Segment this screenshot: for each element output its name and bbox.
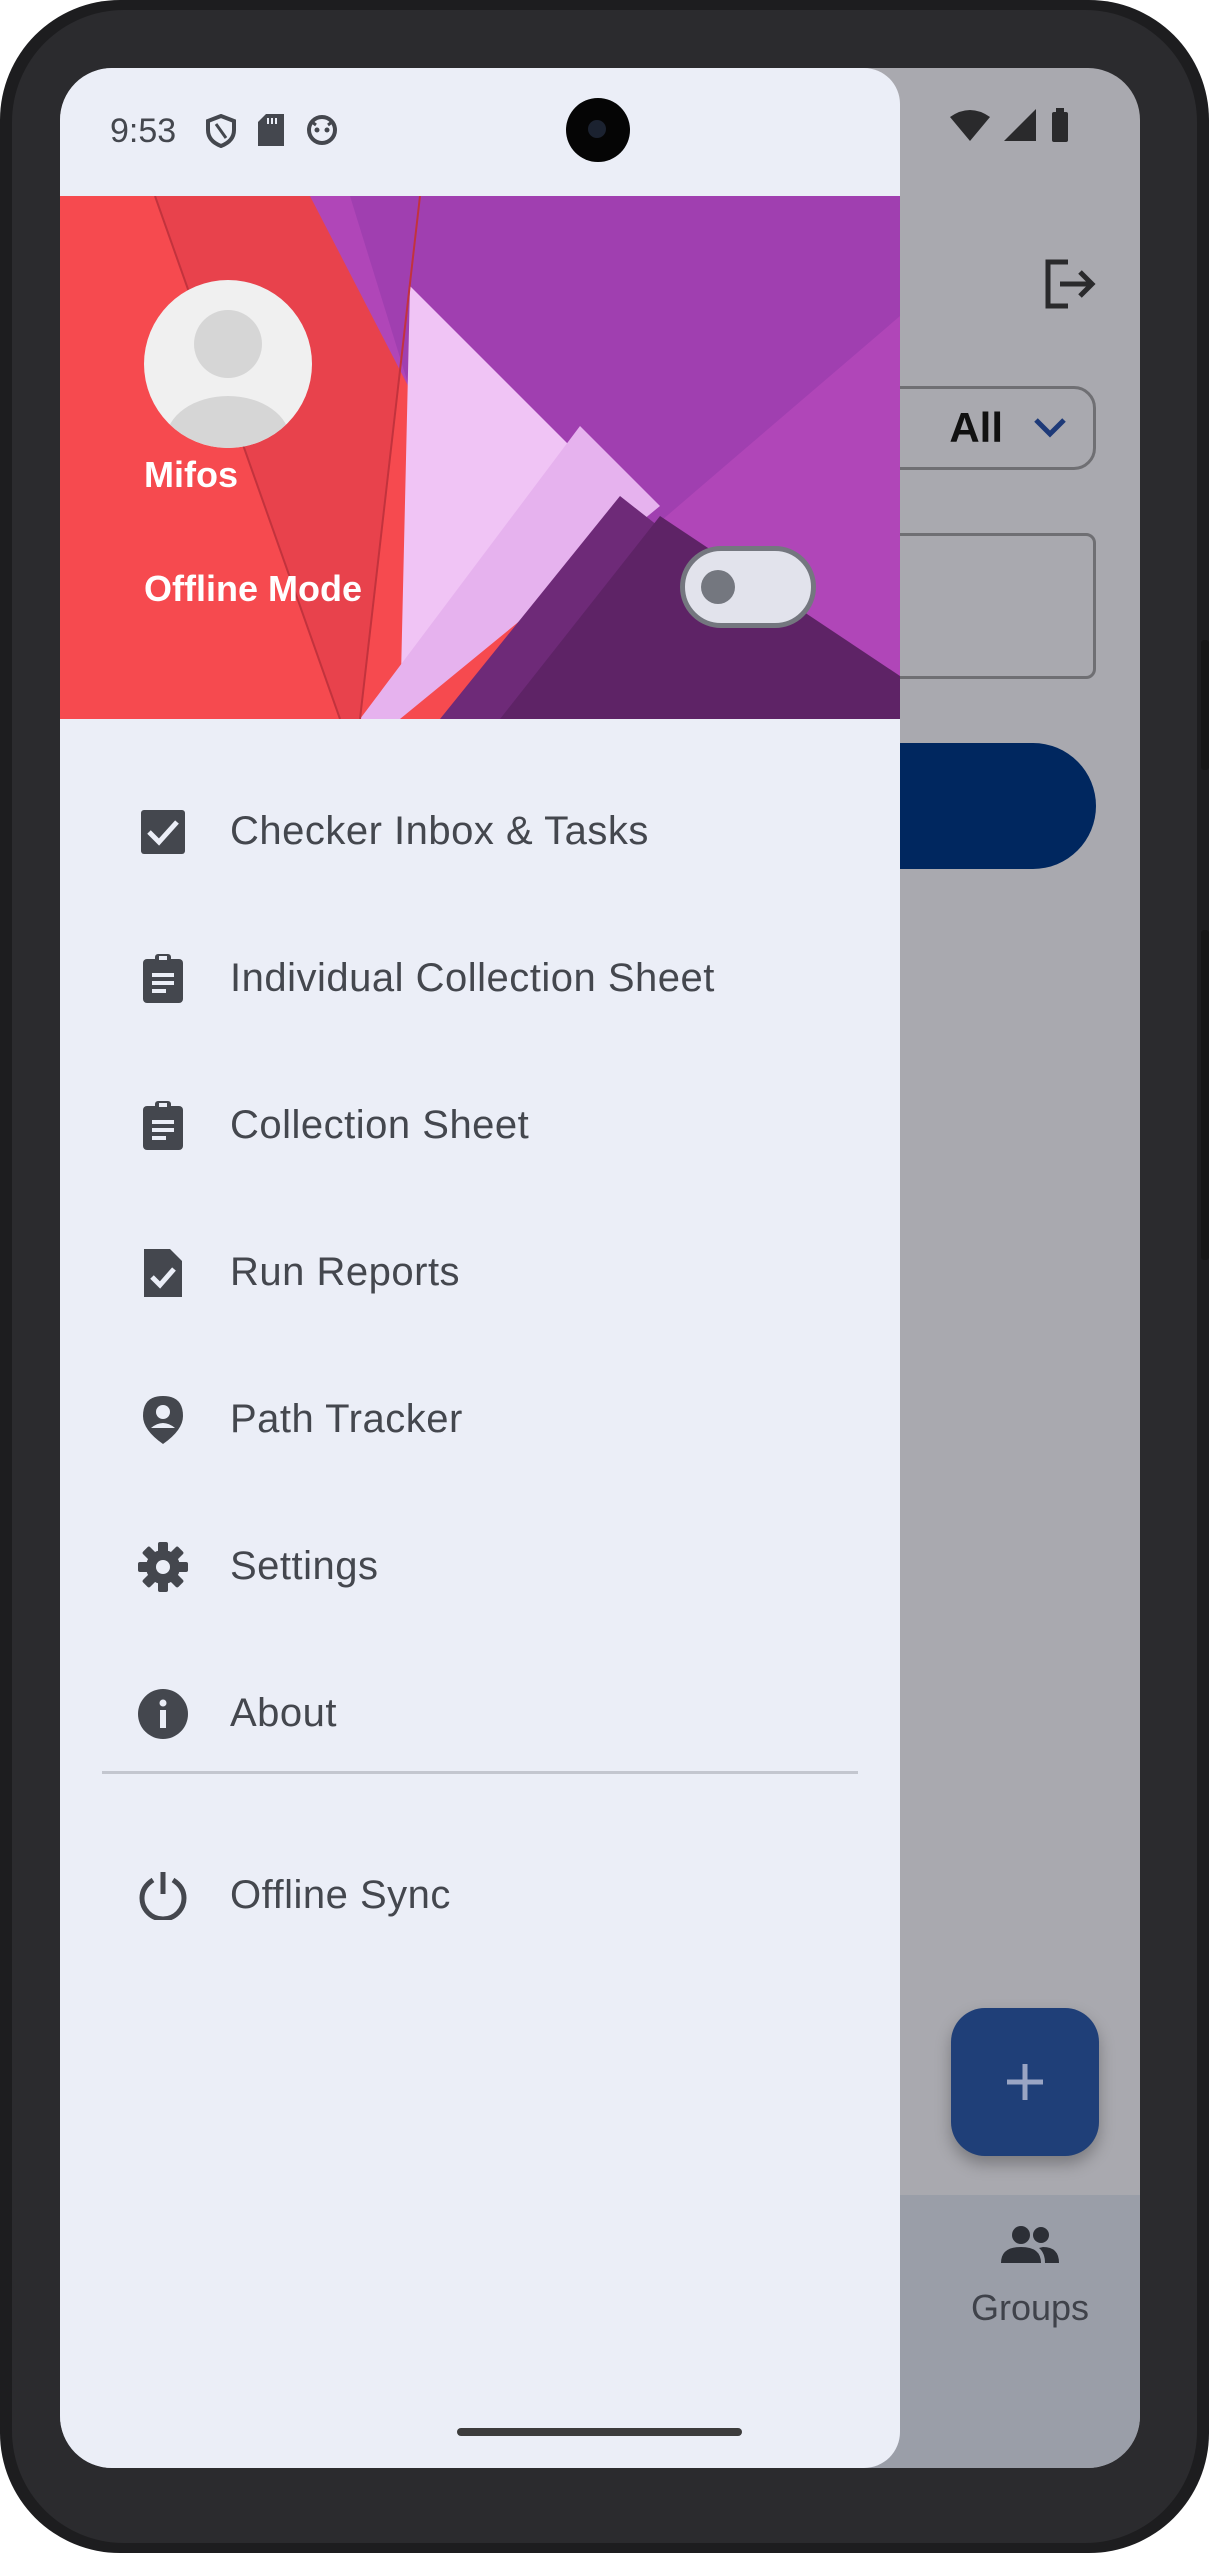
menu-item-label: Checker Inbox & Tasks bbox=[230, 809, 649, 853]
power-button bbox=[1201, 930, 1209, 1260]
status-bar: 9:53 bbox=[60, 68, 900, 196]
android-face-icon bbox=[307, 115, 337, 145]
file-check-icon bbox=[136, 1246, 190, 1300]
shield-icon bbox=[206, 114, 236, 148]
drawer-header: Mifos Offline Mode bbox=[60, 196, 900, 719]
checkbox-icon bbox=[136, 805, 190, 859]
gesture-bar bbox=[457, 2428, 742, 2436]
offline-mode-toggle[interactable] bbox=[680, 546, 816, 628]
add-fab-button[interactable] bbox=[951, 2008, 1099, 2156]
clipboard-icon bbox=[136, 1099, 190, 1153]
nav-item-groups[interactable]: Groups bbox=[945, 2225, 1115, 2329]
plus-icon bbox=[1007, 2064, 1043, 2100]
search-field[interactable] bbox=[880, 533, 1096, 679]
menu-divider bbox=[102, 1771, 858, 1774]
person-pin-icon bbox=[136, 1393, 190, 1447]
user-name: Mifos bbox=[144, 454, 238, 495]
menu-item-individual-collection-sheet[interactable]: Individual Collection Sheet bbox=[60, 905, 900, 1052]
system-status-icons bbox=[950, 108, 1070, 144]
default-avatar-icon bbox=[166, 310, 290, 448]
info-icon bbox=[136, 1687, 190, 1741]
menu-item-checker-inbox[interactable]: Checker Inbox & Tasks bbox=[60, 758, 900, 905]
nav-item-groups-label: Groups bbox=[970, 2287, 1090, 2328]
logout-icon[interactable] bbox=[1038, 254, 1098, 314]
menu-item-path-tracker[interactable]: Path Tracker bbox=[60, 1346, 900, 1493]
menu-item-run-reports[interactable]: Run Reports bbox=[60, 1199, 900, 1346]
filter-dropdown-value: All bbox=[949, 404, 1003, 451]
menu-item-label: Settings bbox=[230, 1544, 379, 1588]
menu-item-settings[interactable]: Settings bbox=[60, 1493, 900, 1640]
screen: All Groups 9:53 Mifos Offline Mode Check… bbox=[60, 68, 1140, 2468]
offline-mode-label: Offline Mode bbox=[144, 568, 362, 609]
menu-item-label: Run Reports bbox=[230, 1250, 461, 1294]
menu-item-about[interactable]: About bbox=[60, 1640, 900, 1787]
wifi-icon bbox=[950, 110, 990, 141]
battery-icon bbox=[1052, 108, 1068, 142]
volume-button bbox=[1201, 640, 1209, 770]
chevron-down-icon bbox=[1034, 418, 1066, 438]
power-icon bbox=[136, 1868, 190, 1922]
menu-item-label: Path Tracker bbox=[230, 1397, 463, 1441]
menu-item-label: Offline Sync bbox=[230, 1872, 451, 1917]
menu-item-label: Individual Collection Sheet bbox=[230, 956, 715, 1000]
menu-item-label: Collection Sheet bbox=[230, 1103, 530, 1147]
gear-icon bbox=[136, 1540, 190, 1594]
menu-item-offline-sync[interactable]: Offline Sync bbox=[60, 1845, 900, 1945]
toggle-knob bbox=[701, 570, 735, 604]
drawer-menu: Checker Inbox & Tasks Individual Collect… bbox=[60, 758, 900, 1787]
sd-card-icon bbox=[258, 114, 284, 146]
navigation-drawer: 9:53 Mifos Offline Mode Checker Inbox & … bbox=[60, 68, 900, 2468]
phone-frame: All Groups 9:53 Mifos Offline Mode Check… bbox=[0, 0, 1209, 2553]
groups-icon bbox=[1001, 2226, 1059, 2263]
status-time: 9:53 bbox=[110, 112, 177, 150]
avatar[interactable] bbox=[144, 280, 312, 448]
menu-item-collection-sheet[interactable]: Collection Sheet bbox=[60, 1052, 900, 1199]
clipboard-icon bbox=[136, 952, 190, 1006]
signal-icon bbox=[1004, 109, 1036, 141]
front-camera bbox=[566, 98, 630, 162]
menu-item-label: About bbox=[230, 1691, 338, 1735]
